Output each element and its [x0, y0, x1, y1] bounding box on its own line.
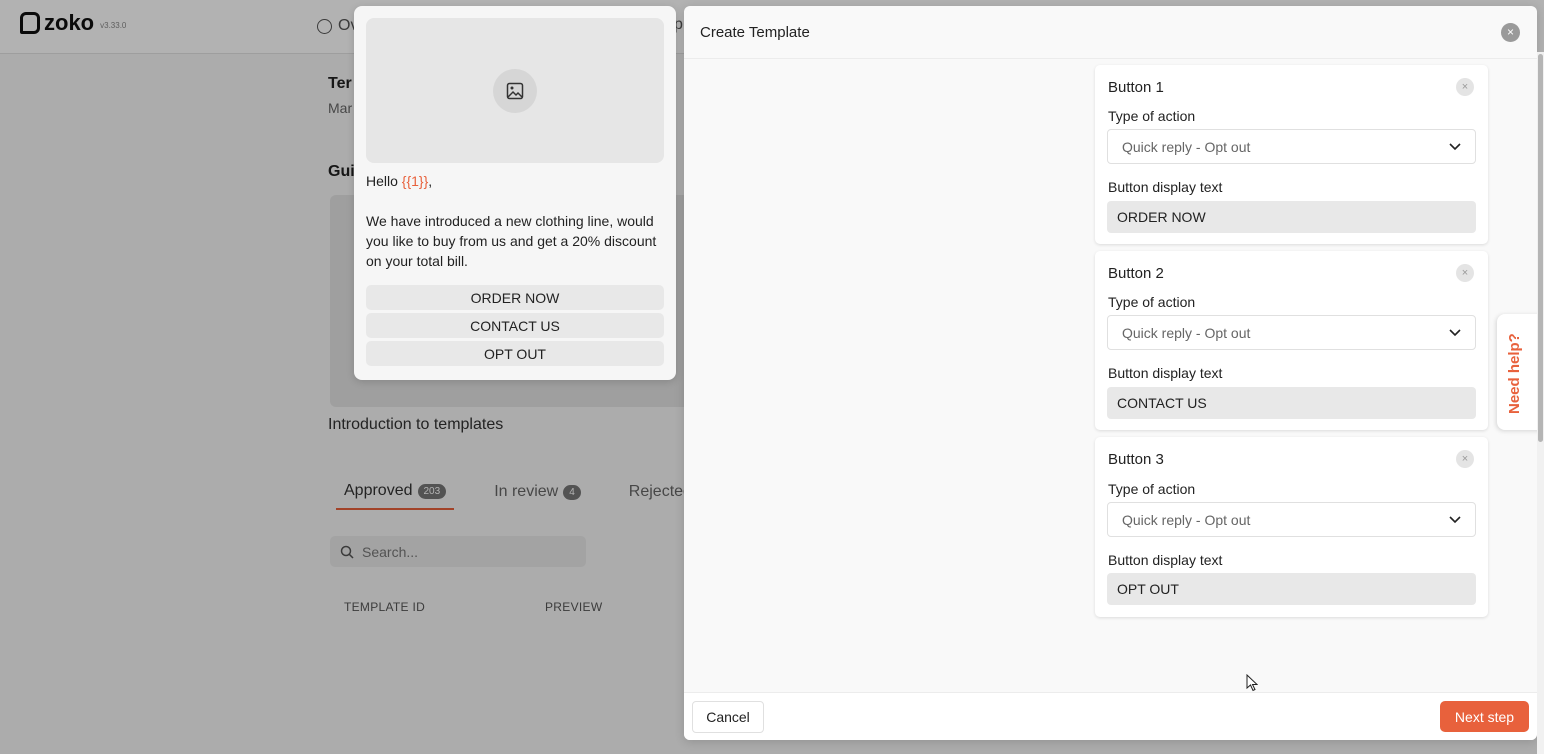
modal-header: Create Template × [684, 6, 1537, 59]
create-template-modal: Create Template × Button 1 × Type of act… [684, 6, 1537, 740]
need-help-label: Need help? [1506, 333, 1523, 414]
action-type-value: Quick reply - Opt out [1122, 324, 1251, 341]
modal-title: Create Template [700, 24, 810, 41]
preview-hello-text: Hello [366, 173, 402, 189]
chevron-down-icon [1449, 142, 1461, 150]
button-card-title: Button 3 [1108, 451, 1164, 468]
close-icon[interactable]: × [1501, 23, 1520, 42]
preview-body: We have introduced a new clothing line, … [366, 213, 657, 269]
remove-button-icon[interactable]: × [1456, 450, 1474, 468]
action-type-value: Quick reply - Opt out [1122, 511, 1251, 528]
template-preview: Hello {{1}}, We have introduced a new cl… [354, 6, 676, 380]
button-card-title: Button 2 [1108, 265, 1164, 282]
action-type-select[interactable]: Quick reply - Opt out [1107, 315, 1476, 350]
action-type-value: Quick reply - Opt out [1122, 138, 1251, 155]
button-display-text-label: Button display text [1108, 179, 1223, 195]
modal-footer: Cancel Next step [684, 692, 1537, 740]
chevron-down-icon [1449, 515, 1461, 523]
preview-button-opt-out: OPT OUT [366, 341, 664, 366]
action-type-select[interactable]: Quick reply - Opt out [1107, 129, 1476, 164]
remove-button-icon[interactable]: × [1456, 78, 1474, 96]
button-display-text-input[interactable]: CONTACT US [1107, 387, 1476, 419]
image-icon-circle [493, 69, 537, 113]
button-display-text-label: Button display text [1108, 365, 1223, 381]
action-type-select[interactable]: Quick reply - Opt out [1107, 502, 1476, 537]
next-step-button[interactable]: Next step [1440, 701, 1529, 732]
type-of-action-label: Type of action [1108, 481, 1196, 497]
preview-hello-suffix: , [428, 173, 433, 189]
chevron-down-icon [1449, 328, 1461, 336]
button-display-text-label: Button display text [1108, 552, 1223, 568]
mouse-cursor-icon [1246, 674, 1258, 692]
preview-greeting: Hello {{1}}, [366, 173, 432, 189]
preview-button-order-now: ORDER NOW [366, 285, 664, 310]
button-display-text-input[interactable]: OPT OUT [1107, 573, 1476, 605]
button-display-text-input[interactable]: ORDER NOW [1107, 201, 1476, 233]
type-of-action-label: Type of action [1108, 108, 1196, 124]
button-card-3: Button 3 × Type of action Quick reply - … [1095, 437, 1488, 617]
button-card-1: Button 1 × Type of action Quick reply - … [1095, 65, 1488, 244]
remove-button-icon[interactable]: × [1456, 264, 1474, 282]
button-card-title: Button 1 [1108, 79, 1164, 96]
preview-media-placeholder [366, 18, 664, 163]
button-card-2: Button 2 × Type of action Quick reply - … [1095, 251, 1488, 430]
preview-variable: {{1}} [401, 173, 429, 189]
cancel-button[interactable]: Cancel [692, 701, 764, 733]
type-of-action-label: Type of action [1108, 294, 1196, 310]
image-icon [506, 82, 524, 100]
scrollbar-thumb[interactable] [1538, 54, 1543, 442]
preview-button-contact-us: CONTACT US [366, 313, 664, 338]
